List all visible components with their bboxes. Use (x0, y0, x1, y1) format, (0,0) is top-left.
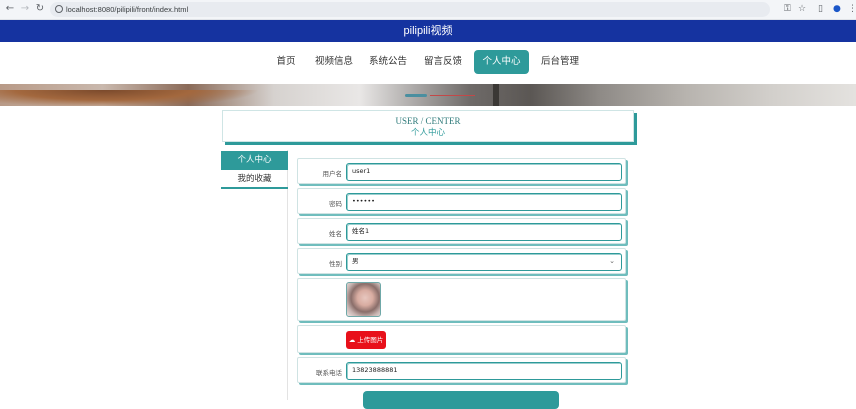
side-item-user-center[interactable]: 个人中心 (221, 151, 288, 170)
site-title: pilipili视频 (0, 20, 856, 42)
nav-home[interactable]: 首页 (270, 50, 302, 74)
nav-user-center[interactable]: 个人中心 (474, 50, 529, 74)
avatar-row (297, 278, 626, 321)
password-label: 密码 (329, 200, 342, 208)
password-row: 密码 •••••• (297, 188, 626, 214)
gender-label: 性别 (329, 260, 342, 268)
banner-boat (0, 90, 260, 106)
nav-announcements[interactable]: 系统公告 (366, 50, 410, 74)
banner-pole (493, 84, 499, 106)
name-row: 姓名 姓名1 (297, 218, 626, 244)
upload-row: ☁ 上传图片 (297, 325, 626, 353)
back-icon[interactable]: ← (4, 3, 16, 15)
phone-label: 联系电话 (316, 369, 342, 377)
gender-row: 性别 男 ⌄ (297, 248, 626, 274)
chevron-down-icon: ⌄ (609, 257, 615, 265)
url-text: localhost:8080/pilipili/front/index.html (66, 5, 189, 14)
sidebar-icon[interactable]: ▯ (818, 3, 823, 15)
phone-input[interactable]: 13823888881 (346, 362, 622, 380)
star-icon[interactable]: ☆ (798, 3, 806, 15)
forward-icon[interactable]: → (19, 3, 31, 15)
browser-toolbar: ← → ↻ localhost:8080/pilipili/front/inde… (0, 0, 856, 20)
banner-decoration (430, 95, 475, 96)
upload-icon: ☁ (348, 336, 356, 344)
title-en: USER / CENTER (395, 116, 461, 126)
nav-videos[interactable]: 视频信息 (312, 50, 356, 74)
avatar[interactable] (346, 282, 381, 317)
banner-image (0, 84, 856, 106)
site-info-icon[interactable] (55, 5, 63, 13)
name-input[interactable]: 姓名1 (346, 223, 622, 241)
username-label: 用户名 (322, 170, 343, 178)
user-center-title-card: USER / CENTER 个人中心 (222, 110, 634, 142)
profile-icon[interactable]: ● (833, 3, 841, 15)
gender-value: 男 (352, 257, 359, 265)
menu-dots-icon[interactable]: ⋮ (848, 3, 856, 15)
phone-row: 联系电话 13823888881 (297, 357, 626, 383)
side-menu: 个人中心 我的收藏 (221, 150, 288, 400)
save-button[interactable] (363, 391, 559, 409)
carousel-indicator[interactable] (405, 94, 427, 97)
side-item-favorites[interactable]: 我的收藏 (221, 170, 288, 189)
title-cn: 个人中心 (410, 128, 445, 138)
password-input[interactable]: •••••• (346, 193, 622, 211)
username-input[interactable]: user1 (346, 163, 622, 181)
name-label: 姓名 (329, 230, 342, 238)
nav-feedback[interactable]: 留言反馈 (421, 50, 465, 74)
reload-icon[interactable]: ↻ (34, 3, 46, 15)
username-row: 用户名 user1 (297, 158, 626, 184)
main-nav: 首页 视频信息 系统公告 留言反馈 个人中心 后台管理 (0, 42, 856, 84)
gender-select[interactable]: 男 ⌄ (346, 253, 622, 271)
key-icon[interactable]: ⚿ (784, 3, 791, 15)
upload-button[interactable]: ☁ 上传图片 (346, 331, 386, 349)
address-bar[interactable]: localhost:8080/pilipili/front/index.html (50, 2, 770, 17)
upload-label: 上传图片 (357, 336, 384, 344)
nav-admin[interactable]: 后台管理 (538, 50, 582, 74)
